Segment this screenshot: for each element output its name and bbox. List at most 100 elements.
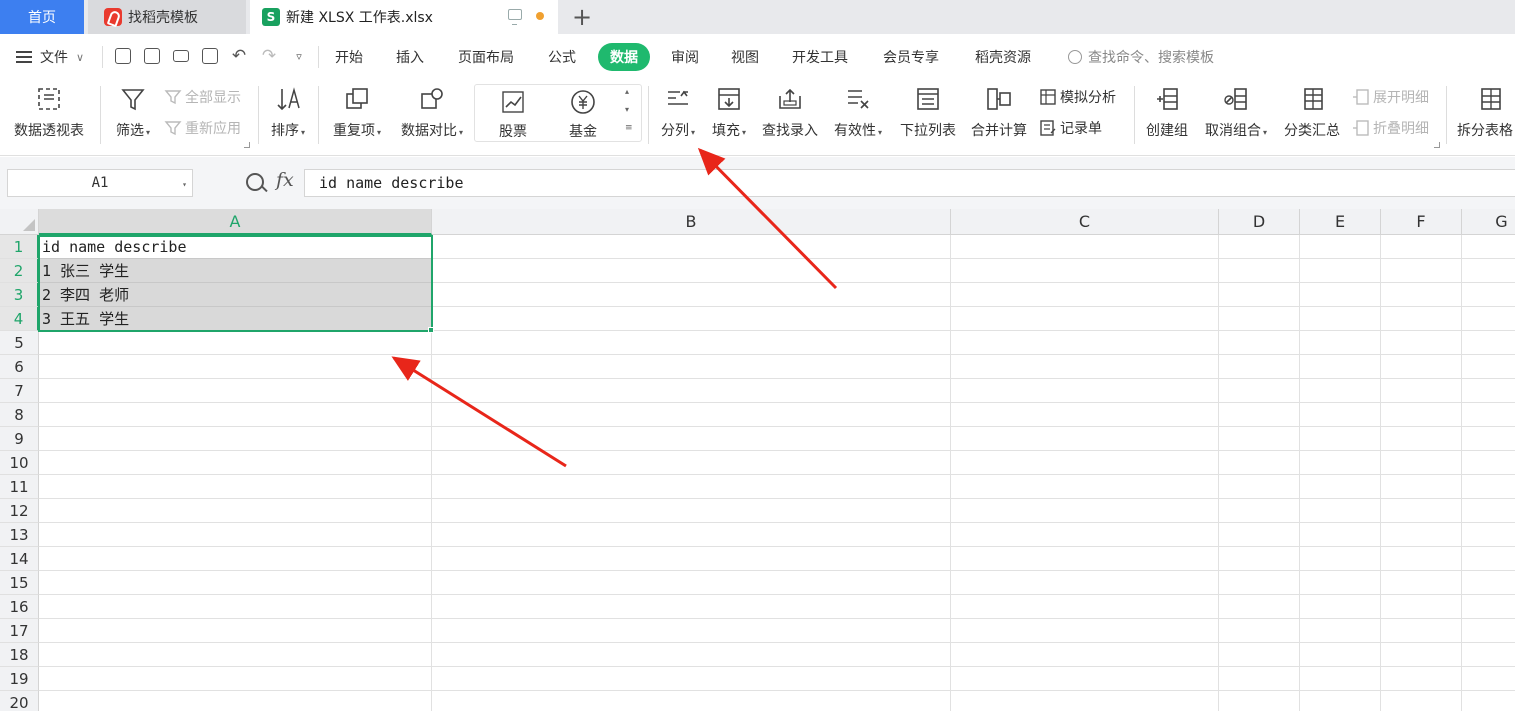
row-header-9[interactable]: 9	[0, 427, 39, 451]
cell-a3[interactable]: 2 李四 老师	[39, 283, 432, 307]
save-icon[interactable]	[113, 46, 133, 66]
name-box-value: A1	[91, 175, 109, 191]
menu-tab-label: 开发工具	[792, 50, 848, 66]
column-header-a[interactable]: A	[39, 209, 432, 235]
redo-icon[interactable]: ↷	[259, 46, 279, 66]
duplicates-label: 重复项	[332, 123, 375, 139]
name-box[interactable]: A1 ▾	[7, 169, 193, 197]
row-header-3[interactable]: 3	[0, 283, 39, 307]
cell-a1[interactable]: id name describe	[39, 235, 432, 259]
tab-home[interactable]: 首页	[0, 0, 84, 34]
export-pdf-icon[interactable]	[142, 46, 162, 66]
menu-tab-daoke-resources[interactable]: 稻壳资源	[975, 34, 1031, 80]
formula-input[interactable]: id name describe	[304, 169, 1515, 197]
subtotal-button[interactable]: 分类汇总	[1280, 80, 1344, 152]
lookup-entry-label: 查找录入	[762, 123, 818, 139]
consolidate-button[interactable]: 合并计算	[967, 80, 1031, 152]
insert-function-icon[interactable]: fx	[276, 169, 294, 191]
what-if-analysis-button[interactable]: 模拟分析	[1038, 86, 1116, 108]
menu-tab-developer[interactable]: 开发工具	[792, 34, 848, 80]
row-header-13[interactable]: 13	[0, 523, 39, 547]
row-header-19[interactable]: 19	[0, 667, 39, 691]
fill-handle[interactable]	[428, 327, 434, 333]
separator	[318, 86, 319, 144]
row-header-6[interactable]: 6	[0, 355, 39, 379]
gallery-down-icon[interactable]: ▾	[625, 105, 629, 114]
row-header-10[interactable]: 10	[0, 451, 39, 475]
menu-tab-data[interactable]: 数据	[598, 34, 650, 80]
separator	[1446, 86, 1447, 144]
split-column-button[interactable]: 分列 ▾	[654, 80, 702, 152]
gridline	[39, 690, 1515, 691]
command-search[interactable]: 查找命令、搜索模板	[1068, 34, 1214, 80]
row-header-14[interactable]: 14	[0, 547, 39, 571]
row-header-17[interactable]: 17	[0, 619, 39, 643]
gallery-up-icon[interactable]: ▴	[625, 87, 629, 96]
create-group-button[interactable]: 创建组	[1140, 80, 1194, 152]
row-header-8[interactable]: 8	[0, 403, 39, 427]
menu-tab-start[interactable]: 开始	[335, 34, 363, 80]
funds-button[interactable]: 基金	[559, 85, 607, 157]
menu-tab-formula[interactable]: 公式	[548, 34, 576, 80]
show-all-icon	[163, 87, 183, 107]
column-header-g[interactable]: G	[1462, 209, 1515, 235]
dropdown-list-button[interactable]: 下拉列表	[895, 80, 961, 152]
cell-a2[interactable]: 1 张三 学生	[39, 259, 432, 283]
print-preview-icon[interactable]	[200, 46, 220, 66]
cell-a4[interactable]: 3 王五 学生	[39, 307, 432, 331]
undo-icon[interactable]: ↶	[229, 46, 249, 66]
data-compare-button[interactable]: 数据对比 ▾	[396, 80, 468, 152]
monitor-icon[interactable]	[508, 9, 522, 25]
show-all-button[interactable]: 全部显示	[163, 86, 241, 108]
row-header-2[interactable]: 2	[0, 259, 39, 283]
row-header-15[interactable]: 15	[0, 571, 39, 595]
print-icon[interactable]	[171, 46, 191, 66]
row-header-18[interactable]: 18	[0, 643, 39, 667]
column-header-f[interactable]: F	[1381, 209, 1462, 235]
record-form-button[interactable]: 记录单	[1038, 117, 1102, 139]
filter-button[interactable]: 筛选 ▾	[110, 80, 156, 152]
ungroup-button[interactable]: 取消组合 ▾	[1200, 80, 1272, 152]
row-header-20[interactable]: 20	[0, 691, 39, 711]
stocks-button[interactable]: 股票	[489, 85, 537, 157]
sort-button[interactable]: 排序 ▾	[266, 80, 310, 152]
menu-tab-member[interactable]: 会员专享	[883, 34, 939, 80]
tab-current-file[interactable]: S 新建 XLSX 工作表.xlsx	[250, 0, 558, 34]
row-header-11[interactable]: 11	[0, 475, 39, 499]
row-header-12[interactable]: 12	[0, 499, 39, 523]
column-header-d[interactable]: D	[1219, 209, 1300, 235]
spreadsheet-grid[interactable]: A B C D E F G 1 2 3 4 5 6 7 8 9 10 11 12 13 14 15 16 17 1…	[0, 209, 1515, 711]
row-header-7[interactable]: 7	[0, 379, 39, 403]
menu-tab-page-layout[interactable]: 页面布局	[458, 34, 514, 80]
dialog-launcher-icon[interactable]	[244, 142, 250, 148]
chevron-down-icon[interactable]: ▾	[182, 180, 187, 189]
row-header-16[interactable]: 16	[0, 595, 39, 619]
expand-detail-button[interactable]: 展开明细	[1351, 86, 1429, 108]
row-header-4[interactable]: 4	[0, 307, 39, 331]
row-header-1[interactable]: 1	[0, 235, 39, 259]
menu-tab-view[interactable]: 视图	[731, 34, 759, 80]
pivot-table-button[interactable]: 数据透视表	[8, 80, 90, 152]
dialog-launcher-icon[interactable]	[1434, 142, 1440, 148]
stocks-label: 股票	[499, 124, 527, 140]
menu-tab-insert[interactable]: 插入	[396, 34, 424, 80]
zoom-icon[interactable]	[246, 173, 264, 191]
new-tab-button[interactable]: +	[568, 0, 596, 34]
column-header-c[interactable]: C	[951, 209, 1219, 235]
reapply-button[interactable]: 重新应用	[163, 117, 241, 139]
gallery-expand-icon[interactable]: ≡	[625, 123, 633, 133]
duplicates-button[interactable]: 重复项 ▾	[328, 80, 386, 152]
collapse-detail-button[interactable]: 折叠明细	[1351, 117, 1429, 139]
select-all-corner[interactable]	[0, 209, 39, 235]
tab-template-store[interactable]: 找稻壳模板	[88, 0, 246, 34]
customize-toolbar-icon[interactable]: ▿	[289, 46, 309, 66]
fill-button[interactable]: 填充 ▾	[706, 80, 752, 152]
file-menu-button[interactable]: 文件 ∨	[16, 34, 84, 80]
validity-button[interactable]: 有效性 ▾	[829, 80, 887, 152]
split-table-button[interactable]: 拆分表格	[1454, 80, 1515, 152]
row-header-5[interactable]: 5	[0, 331, 39, 355]
column-header-e[interactable]: E	[1300, 209, 1381, 235]
column-header-b[interactable]: B	[432, 209, 951, 235]
lookup-entry-button[interactable]: 查找录入	[757, 80, 823, 152]
menu-tab-review[interactable]: 审阅	[671, 34, 699, 80]
